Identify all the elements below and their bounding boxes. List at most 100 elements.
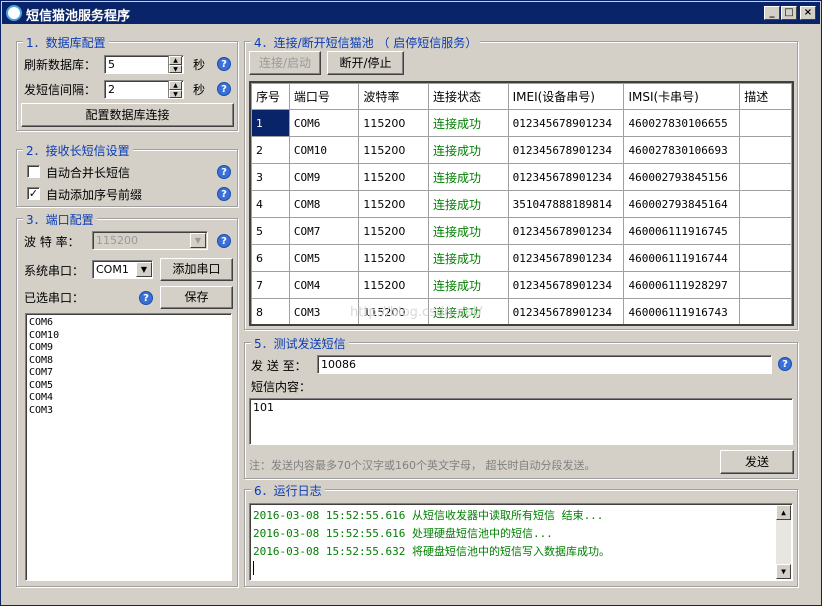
content-textarea[interactable]: 101 — [249, 398, 793, 445]
selected-ports-label: 已选串口： — [24, 291, 85, 305]
column-header[interactable]: IMSI(卡串号) — [623, 83, 741, 110]
table-cell-status: 连接成功 — [428, 271, 509, 299]
help-icon[interactable]: ? — [217, 57, 231, 71]
table-row[interactable]: 2 COM10 115200 连接成功 012345678901234 460027830… — [251, 136, 792, 164]
send-interval-spinner[interactable]: ▲ ▼ — [168, 81, 182, 98]
table-cell-status: 连接成功 — [428, 163, 509, 191]
table-cell-no: 8 — [251, 298, 290, 324]
scroll-up-icon[interactable]: ▲ — [776, 505, 791, 520]
list-item[interactable]: COM4 — [29, 392, 228, 405]
spin-down-icon[interactable]: ▼ — [169, 64, 182, 73]
disconnect-button[interactable]: 断开/停止 — [327, 51, 404, 75]
table-cell-port: COM4 — [288, 271, 360, 299]
test-send-title: 5．测试发送短信 — [251, 335, 349, 352]
connect-button[interactable]: 连接/启动 — [249, 51, 321, 75]
log-textarea[interactable]: 2016-03-08 15:52:55.616 从短信收发器中读取所有短信 结束… — [249, 503, 793, 581]
device-grid[interactable]: 序号 端口号 波特率 连接状态 IMEI(设备串号) IMSI(卡串号) 描述 1 COM6 1… — [249, 81, 794, 326]
table-cell-no: 5 — [251, 217, 290, 245]
table-row[interactable]: 6 COM5 115200 连接成功 012345678901234 4600061119… — [251, 244, 792, 272]
table-cell-no: 2 — [251, 136, 290, 164]
column-header[interactable]: 波特率 — [358, 83, 430, 110]
log-scrollbar[interactable]: ▲ ▼ — [776, 505, 791, 579]
table-cell-imsi: 460027830106693 — [623, 136, 741, 164]
column-header[interactable]: IMEI(设备串号) — [507, 83, 625, 110]
table-row[interactable]: 8 COM3 115200 连接成功 012345678901234 4600061119… — [251, 298, 792, 324]
save-button[interactable]: 保存 — [160, 286, 233, 309]
table-cell-no: 1 — [251, 109, 290, 137]
prefix-label: 自动添加序号前缀 — [46, 188, 143, 202]
column-header[interactable]: 连接状态 — [428, 83, 509, 110]
column-header[interactable]: 端口号 — [288, 83, 360, 110]
table-cell-status: 连接成功 — [428, 190, 509, 218]
list-item[interactable]: COM5 — [29, 380, 228, 393]
window-title: 短信猫池服务程序 — [26, 9, 131, 24]
help-icon[interactable]: ? — [217, 187, 231, 201]
help-icon[interactable]: ? — [778, 357, 792, 371]
list-item[interactable]: COM3 — [29, 405, 228, 418]
table-cell-desc — [739, 217, 792, 245]
table-cell-port: COM9 — [288, 163, 360, 191]
table-cell-desc — [739, 298, 792, 324]
help-icon[interactable]: ? — [139, 291, 153, 305]
table-row[interactable]: 5 COM7 115200 连接成功 012345678901234 4600061119… — [251, 217, 792, 245]
note-text: 注：发送内容最多70个汉字或160个英文字母， 超长时自动分段发送。 — [249, 459, 596, 472]
list-item[interactable]: COM6 — [29, 317, 228, 330]
table-cell-port: COM7 — [288, 217, 360, 245]
scroll-down-icon[interactable]: ▼ — [776, 564, 791, 579]
list-item[interactable]: COM7 — [29, 367, 228, 380]
spin-down-icon[interactable]: ▼ — [169, 89, 182, 98]
long-sms-title: 2．接收长短信设置 — [23, 142, 133, 159]
table-cell-imsi: 460002793845156 — [623, 163, 741, 191]
table-cell-status: 连接成功 — [428, 244, 509, 272]
table-cell-desc — [739, 136, 792, 164]
list-item[interactable]: COM9 — [29, 342, 228, 355]
table-cell-desc — [739, 190, 792, 218]
table-cell-imsi: 460006111916743 — [623, 298, 741, 324]
config-db-button[interactable]: 配置数据库连接 — [21, 103, 234, 127]
help-icon[interactable]: ? — [217, 234, 231, 248]
table-cell-no: 6 — [251, 244, 290, 272]
app-icon — [6, 5, 22, 21]
send-to-input[interactable]: 10086 — [317, 355, 772, 374]
list-item[interactable]: COM10 — [29, 330, 228, 343]
spin-up-icon[interactable]: ▲ — [169, 81, 182, 90]
table-cell-desc — [739, 163, 792, 191]
title-bar[interactable]: 短信猫池服务程序 _ □ × — [2, 2, 820, 24]
refresh-label: 刷新数据库： — [24, 58, 97, 72]
pool-title: 4．连接/断开短信猫池 （ 启停短信服务） — [251, 34, 481, 51]
log-line: 2016-03-08 15:52:55.616 从短信收发器中读取所有短信 结束… — [253, 509, 604, 522]
content-label: 短信内容： — [251, 380, 312, 394]
table-row[interactable]: 7 COM4 115200 连接成功 012345678901234 4600061119… — [251, 271, 792, 299]
table-cell-baud: 115200 — [358, 217, 430, 245]
table-cell-desc — [739, 109, 792, 137]
send-button[interactable]: 发送 — [720, 450, 794, 474]
refresh-spinner[interactable]: ▲ ▼ — [168, 56, 182, 73]
table-row[interactable]: 3 COM9 115200 连接成功 012345678901234 4600027938… — [251, 163, 792, 191]
spin-up-icon[interactable]: ▲ — [169, 56, 182, 65]
watermark-text: http://blog.csdn.net/ — [350, 305, 483, 320]
help-icon[interactable]: ? — [217, 82, 231, 96]
column-header[interactable]: 描述 — [739, 83, 792, 110]
table-row[interactable]: 1 COM6 115200 连接成功 012345678901234 4600278301… — [251, 109, 792, 137]
prefix-checkbox[interactable]: ✓ — [27, 187, 40, 200]
table-cell-baud: 115200 — [358, 190, 430, 218]
table-cell-desc — [739, 244, 792, 272]
add-port-button[interactable]: 添加串口 — [160, 258, 233, 281]
list-item[interactable]: COM8 — [29, 355, 228, 368]
table-row[interactable]: 4 COM8 115200 连接成功 351047888189814 4600027938… — [251, 190, 792, 218]
minimize-button[interactable]: _ — [764, 6, 780, 20]
table-cell-no: 4 — [251, 190, 290, 218]
column-header[interactable]: 序号 — [251, 83, 290, 110]
chevron-down-icon[interactable]: ▼ — [136, 262, 152, 277]
refresh-unit: 秒 — [193, 58, 206, 72]
selected-ports-list[interactable]: COM6 COM10 COM9 COM8 COM7 COM5 COM4 COM3 — [25, 313, 232, 581]
merge-checkbox[interactable] — [27, 165, 40, 178]
table-cell-imei: 012345678901234 — [507, 244, 625, 272]
table-cell-imei: 012345678901234 — [507, 298, 625, 324]
help-icon[interactable]: ? — [217, 165, 231, 179]
close-button[interactable]: × — [800, 6, 816, 20]
table-cell-port: COM5 — [288, 244, 360, 272]
maximize-button[interactable]: □ — [781, 6, 797, 20]
table-cell-imsi: 460002793845164 — [623, 190, 741, 218]
table-cell-baud: 115200 — [358, 163, 430, 191]
